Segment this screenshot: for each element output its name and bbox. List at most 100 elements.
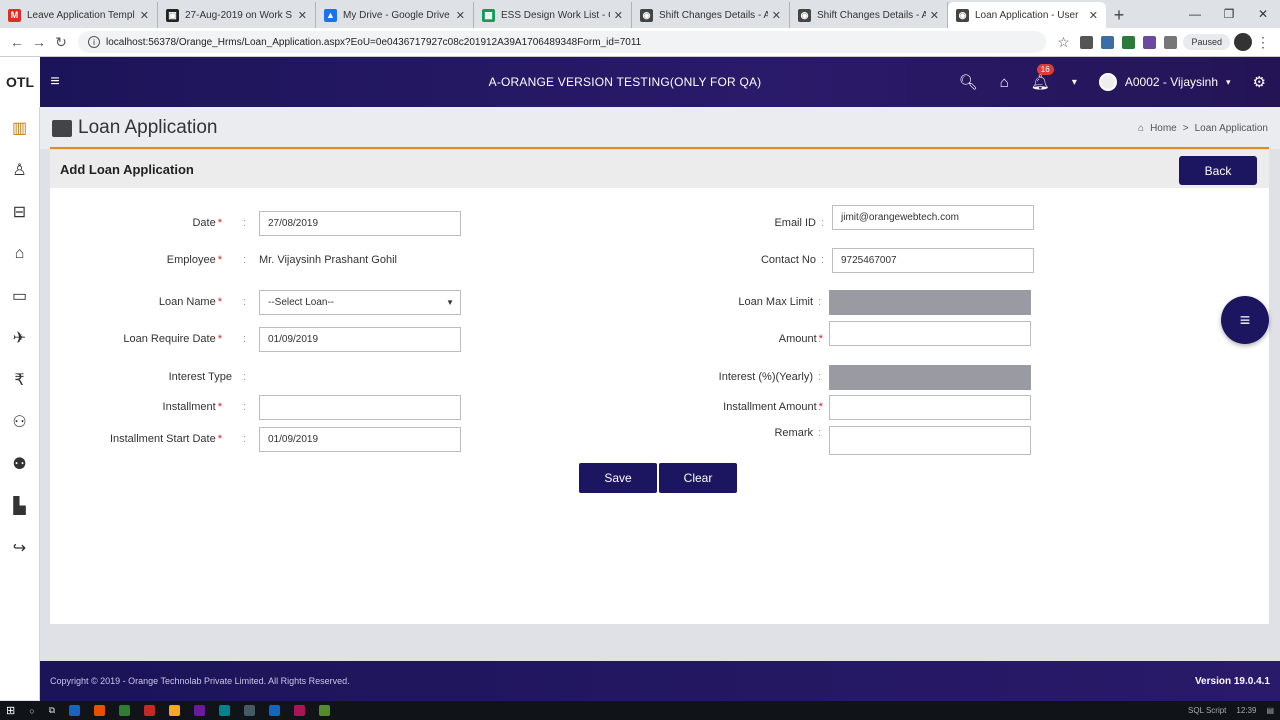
url-text: localhost:56378/Orange_Hrms/Loan_Applica… xyxy=(106,36,642,48)
close-tab-icon[interactable]: ✕ xyxy=(930,9,939,22)
amount-input[interactable] xyxy=(829,321,1031,346)
maximize-icon[interactable]: ❐ xyxy=(1212,0,1246,28)
loan-require-date-input[interactable]: 01/09/2019 xyxy=(259,327,461,352)
dropdown-arrow-icon: ▼ xyxy=(446,298,454,307)
colon: : xyxy=(818,371,822,383)
share-icon: ↪ xyxy=(12,540,27,557)
bookmark-star-icon[interactable]: ☆ xyxy=(1052,34,1074,51)
date-input[interactable]: 27/08/2019 xyxy=(259,211,461,236)
loan-name-selected: --Select Loan-- xyxy=(268,297,335,308)
forward-arrow-icon[interactable]: → xyxy=(28,34,50,50)
new-tab-button[interactable]: + xyxy=(1106,2,1132,28)
back-button[interactable]: Back xyxy=(1179,156,1257,185)
loan-name-select[interactable]: --Select Loan-- ▼ xyxy=(259,290,461,315)
loan-name-label: Loan Name * xyxy=(158,296,222,308)
interest-type-label: Interest Type xyxy=(168,371,232,383)
taskbar-app-icon[interactable] xyxy=(219,705,231,716)
notification-center-icon[interactable]: ▤ xyxy=(1266,706,1274,715)
sidebar-item-profile[interactable]: ♙ xyxy=(0,149,39,191)
remark-textarea[interactable] xyxy=(829,426,1031,455)
loan-max-limit-label: Loan Max Limit xyxy=(738,296,813,308)
installment-input[interactable] xyxy=(259,395,461,420)
reload-icon[interactable]: ↻ xyxy=(50,34,72,51)
browser-tab[interactable]: M Leave Application Templ ✕ xyxy=(0,2,158,28)
rupee-icon: ₹ xyxy=(14,372,25,389)
taskbar-app-icon[interactable] xyxy=(144,705,156,716)
extension-icon[interactable] xyxy=(1101,35,1115,49)
chart-icon: ▙ xyxy=(13,498,26,515)
user-menu[interactable]: A0002 - Vijaysinh ▾ xyxy=(1098,73,1231,91)
taskbar-app-icon[interactable] xyxy=(94,705,106,716)
taskbar-app-icon[interactable] xyxy=(294,705,306,716)
taskbar-app-icon[interactable] xyxy=(269,705,281,716)
extension-icon[interactable] xyxy=(1164,35,1178,49)
colon: : xyxy=(243,371,247,383)
colon: : xyxy=(821,217,825,229)
sidebar-item-card[interactable]: ▭ xyxy=(0,275,39,317)
email-input[interactable]: jimit@orangewebtech.com xyxy=(832,205,1034,230)
installment-start-date-input[interactable]: 01/09/2019 xyxy=(259,427,461,452)
extension-icon[interactable] xyxy=(1122,35,1136,49)
sidebar-item-reports[interactable]: ▙ xyxy=(0,485,39,527)
clear-button[interactable]: Clear xyxy=(659,463,737,493)
info-icon[interactable]: i xyxy=(88,36,100,48)
user-name: A0002 - Vijaysinh xyxy=(1124,75,1219,89)
breadcrumb-home[interactable]: Home xyxy=(1150,123,1177,134)
close-tab-icon[interactable]: ✕ xyxy=(298,9,307,22)
clock[interactable]: 12:39 xyxy=(1236,706,1256,715)
extension-icon[interactable] xyxy=(1143,35,1157,49)
tray-text[interactable]: SQL Script xyxy=(1188,706,1226,715)
back-arrow-icon[interactable]: ← xyxy=(6,34,28,50)
extension-icon[interactable] xyxy=(1080,35,1094,49)
notification-bell-icon[interactable]: 🔔︎ 16 xyxy=(1031,64,1054,91)
header-divider xyxy=(50,147,1269,149)
paused-badge[interactable]: Paused xyxy=(1183,34,1230,50)
date-label: Date * xyxy=(192,217,222,229)
close-tab-icon[interactable]: ✕ xyxy=(456,9,465,22)
close-tab-icon[interactable]: ✕ xyxy=(1089,9,1098,22)
browser-tab[interactable]: ▲ My Drive - Google Drive ✕ xyxy=(316,2,474,28)
close-tab-icon[interactable]: ✕ xyxy=(614,9,623,22)
settings-icon[interactable]: ⚙︎ xyxy=(1253,73,1266,91)
colon: : xyxy=(243,333,247,345)
taskbar-app-icon[interactable] xyxy=(319,705,331,716)
taskbar-app-icon[interactable] xyxy=(244,705,256,716)
menu-kebab-icon[interactable]: ⋮ xyxy=(1252,34,1274,51)
close-tab-icon[interactable]: ✕ xyxy=(140,9,149,22)
minimize-icon[interactable]: — xyxy=(1178,0,1212,28)
installment-amount-input[interactable] xyxy=(829,395,1031,420)
browser-tab[interactable]: ◉ Shift Changes Details - A ✕ xyxy=(632,2,790,28)
search-icon[interactable]: 🔍︎ xyxy=(959,73,978,91)
home-icon: ⌂ xyxy=(1138,122,1145,134)
sidebar-item-home[interactable]: ⌂ xyxy=(0,233,39,275)
taskbar-app-icon[interactable] xyxy=(194,705,206,716)
contact-input[interactable]: 9725467007 xyxy=(832,248,1034,273)
close-window-icon[interactable]: ✕ xyxy=(1246,0,1280,28)
taskbar-app-icon[interactable] xyxy=(119,705,131,716)
taskbar-app-icon[interactable] xyxy=(69,705,81,716)
sidebar-item-dashboard[interactable]: ▥ xyxy=(0,107,39,149)
sidebar-item-team[interactable]: ⚇ xyxy=(0,401,39,443)
taskbar-app-icon[interactable] xyxy=(169,705,181,716)
sidebar-item-share[interactable]: ↪ xyxy=(0,527,39,569)
windows-start-icon[interactable]: ⊞ xyxy=(6,704,15,717)
home-icon[interactable]: ⌂ xyxy=(1000,74,1009,91)
profile-avatar[interactable] xyxy=(1234,33,1252,51)
browser-tab[interactable]: ▣ 27-Aug-2019 on Work S ✕ xyxy=(158,2,316,28)
sidebar-item-travel[interactable]: ✈ xyxy=(0,317,39,359)
sidebar-item-users[interactable]: ⚉ xyxy=(0,443,39,485)
chevron-down-icon[interactable]: ▾ xyxy=(1072,77,1077,88)
search-icon[interactable]: ○ xyxy=(29,706,34,716)
close-tab-icon[interactable]: ✕ xyxy=(772,9,781,22)
browser-tab[interactable]: ◉ Shift Changes Details - A ✕ xyxy=(790,2,948,28)
url-field[interactable]: i localhost:56378/Orange_Hrms/Loan_Appli… xyxy=(78,31,1047,53)
gmail-icon: M xyxy=(8,8,21,22)
task-view-icon[interactable]: ⧉ xyxy=(49,705,55,716)
browser-tab[interactable]: ◉ Loan Application - User ✕ xyxy=(948,2,1106,28)
sidebar-item-payroll[interactable]: ₹ xyxy=(0,359,39,401)
sidebar-item-leave[interactable]: ⊟ xyxy=(0,191,39,233)
floating-menu-button[interactable]: ≡ xyxy=(1221,296,1269,344)
taskbar: ⊞ ○ ⧉ SQL Script 12:39 ▤ xyxy=(0,701,1280,720)
save-button[interactable]: Save xyxy=(579,463,657,493)
browser-tab[interactable]: ▦ ESS Design Work List - G ✕ xyxy=(474,2,632,28)
